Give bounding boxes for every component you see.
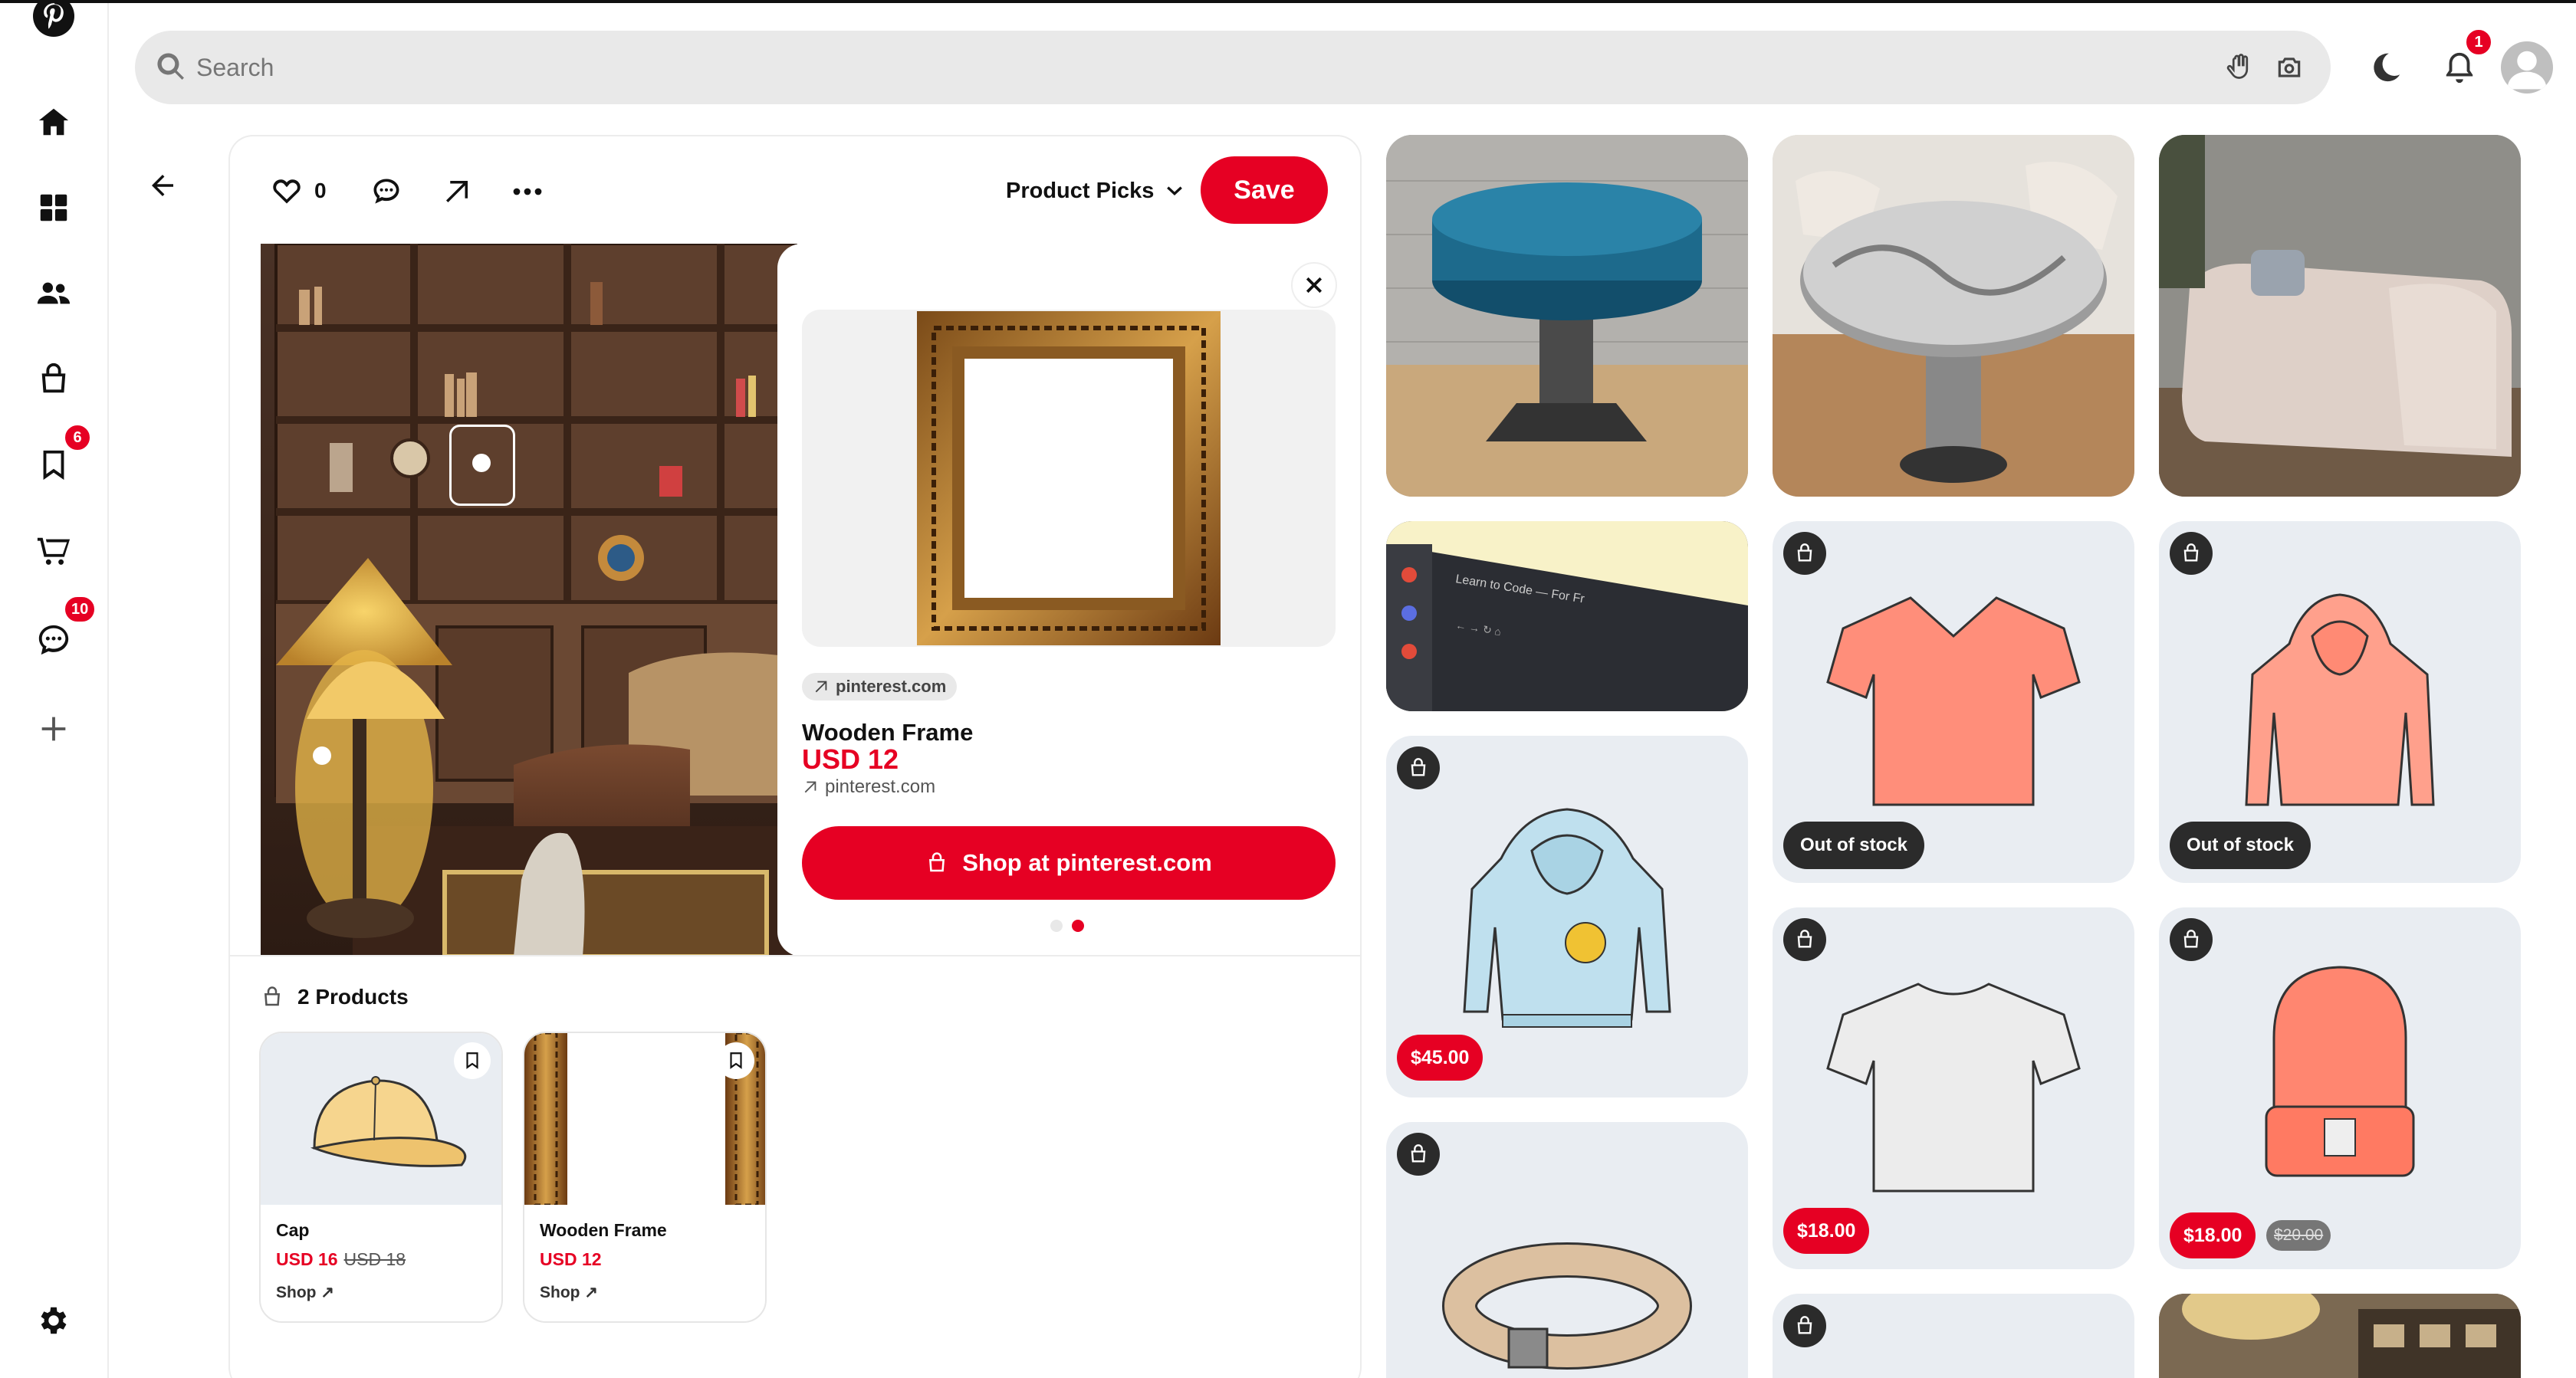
camera-icon[interactable] [2271,49,2308,86]
product-name: Cap [276,1220,310,1240]
pinterest-logo[interactable] [27,3,80,43]
pin-code-screen[interactable]: Learn to Code — For Fr ← → ↻ ⌂ [1386,521,1748,711]
settings-gear-icon[interactable] [27,1294,80,1347]
lock-icon [2170,918,2213,961]
carousel-dot-active[interactable] [1072,920,1084,932]
product-price: USD 12 [540,1249,602,1269]
price-badge: $45.00 [1397,1035,1484,1081]
divider [228,955,1362,956]
product-name: Wooden Frame [540,1220,667,1240]
lock-icon [2170,532,2213,575]
chevron-down-icon [1167,186,1183,195]
price-old: USD 18 [343,1249,406,1269]
shop-button-label: Shop at pinterest.com [962,849,1212,876]
shop-label: Shop [276,1284,317,1301]
hotspot-dot[interactable] [472,454,491,472]
products-count: 2 Products [297,985,409,1009]
heart-icon [273,179,301,204]
product-popup-image[interactable] [802,310,1336,647]
lock-icon [1783,532,1826,575]
save-button[interactable]: Save [1201,156,1328,224]
pin-sofa[interactable] [2159,135,2521,497]
external-link-icon: ↗ [584,1284,598,1301]
save-product-button[interactable] [718,1042,754,1079]
source-chip[interactable]: pinterest.com [802,673,958,700]
like-count: 0 [314,179,327,202]
pin-white-tee[interactable]: $18.00 [1773,907,2134,1269]
pin-ottoman[interactable] [1386,135,1748,497]
close-icon [1306,277,1322,294]
stock-badge: Out of stock [2170,822,2312,869]
product-source-label: pinterest.com [825,776,936,797]
bookmark-icon [466,1052,478,1069]
shop-label: Shop [540,1284,580,1301]
pin-hoodie-coral[interactable]: Out of stock [2159,521,2521,883]
lock-icon [1397,746,1440,789]
price-current: USD 16 [276,1249,338,1269]
external-link-icon: ↗ [320,1284,334,1301]
create-plus-icon[interactable] [27,702,80,756]
carousel-dot[interactable] [1050,920,1063,932]
source-chip-label: pinterest.com [836,677,947,696]
shop-button[interactable]: Shop at pinterest.com [802,826,1336,900]
product-name: Wooden Frame [802,719,974,746]
pin-image[interactable] [261,244,797,956]
lock-icon [1783,1304,1826,1347]
price-badge: $18.00 [2170,1212,2256,1258]
back-arrow-icon[interactable] [141,164,184,207]
price-badge: $18.00 [1783,1208,1870,1254]
save-product-button[interactable] [454,1042,491,1079]
external-link-icon [804,781,816,793]
search-icon [157,53,184,80]
pin-hoodie-blue[interactable]: $45.00 [1386,736,1748,1097]
search-bar[interactable] [135,31,2331,104]
product-source-link[interactable]: pinterest.com [802,776,935,799]
lock-icon [1783,918,1826,961]
product-tile-frame[interactable]: Wooden Frame USD 12 Shop ↗ [523,1032,767,1323]
pin-vneck-tee[interactable]: Out of stock [1773,521,2134,883]
bookmark-icon [730,1052,742,1069]
pin-marble-table[interactable] [1773,135,2134,497]
product-shop-link[interactable]: Shop ↗ [276,1283,334,1302]
hand-search-icon[interactable] [2220,49,2257,86]
pin-product[interactable] [1773,1294,2134,1378]
share-arrow-icon[interactable] [437,172,477,212]
pin-beanie[interactable]: $18.00 $20.00 [2159,907,2521,1269]
frame-image [524,1033,765,1206]
product-tile-cap[interactable]: Cap USD 16 USD 18 Shop ↗ [259,1032,503,1323]
close-button[interactable] [1291,262,1337,308]
people-icon[interactable] [27,267,80,320]
saved-badge: 6 [63,423,92,452]
shopping-bag-icon[interactable] [27,353,80,406]
cap-image [261,1033,501,1205]
sidebar: 6 10 [0,3,109,1378]
search-input[interactable] [196,31,2113,104]
dark-mode-moon-icon[interactable] [2364,46,2407,89]
comment-icon[interactable] [366,172,406,212]
product-price: USD 16 USD 18 [276,1249,406,1270]
lock-icon [1397,1133,1440,1176]
like-button[interactable]: 0 [270,172,327,210]
board-selector[interactable]: Product Picks [1006,173,1186,208]
products-header: 2 Products [261,984,409,1010]
avatar[interactable] [2501,41,2553,94]
shopping-bag-icon [929,852,945,872]
stock-badge: Out of stock [1783,822,1925,869]
home-icon[interactable] [27,95,80,149]
shopping-bag-icon [264,986,280,1006]
notifications-badge: 1 [2464,28,2493,57]
explore-icon[interactable] [27,181,80,235]
product-shop-link[interactable]: Shop ↗ [540,1283,598,1302]
product-price: USD 12 [802,743,899,775]
cart-icon[interactable] [27,524,80,578]
old-price-badge: $20.00 [2266,1220,2331,1251]
pin-shop-interior[interactable] [2159,1294,2521,1378]
hotspot-dot[interactable] [313,746,331,765]
pin-belt[interactable] [1386,1122,1748,1378]
more-options-icon[interactable] [508,172,547,212]
board-name: Product Picks [1006,178,1155,203]
messages-badge: 10 [63,595,97,624]
external-link-icon [815,681,827,693]
